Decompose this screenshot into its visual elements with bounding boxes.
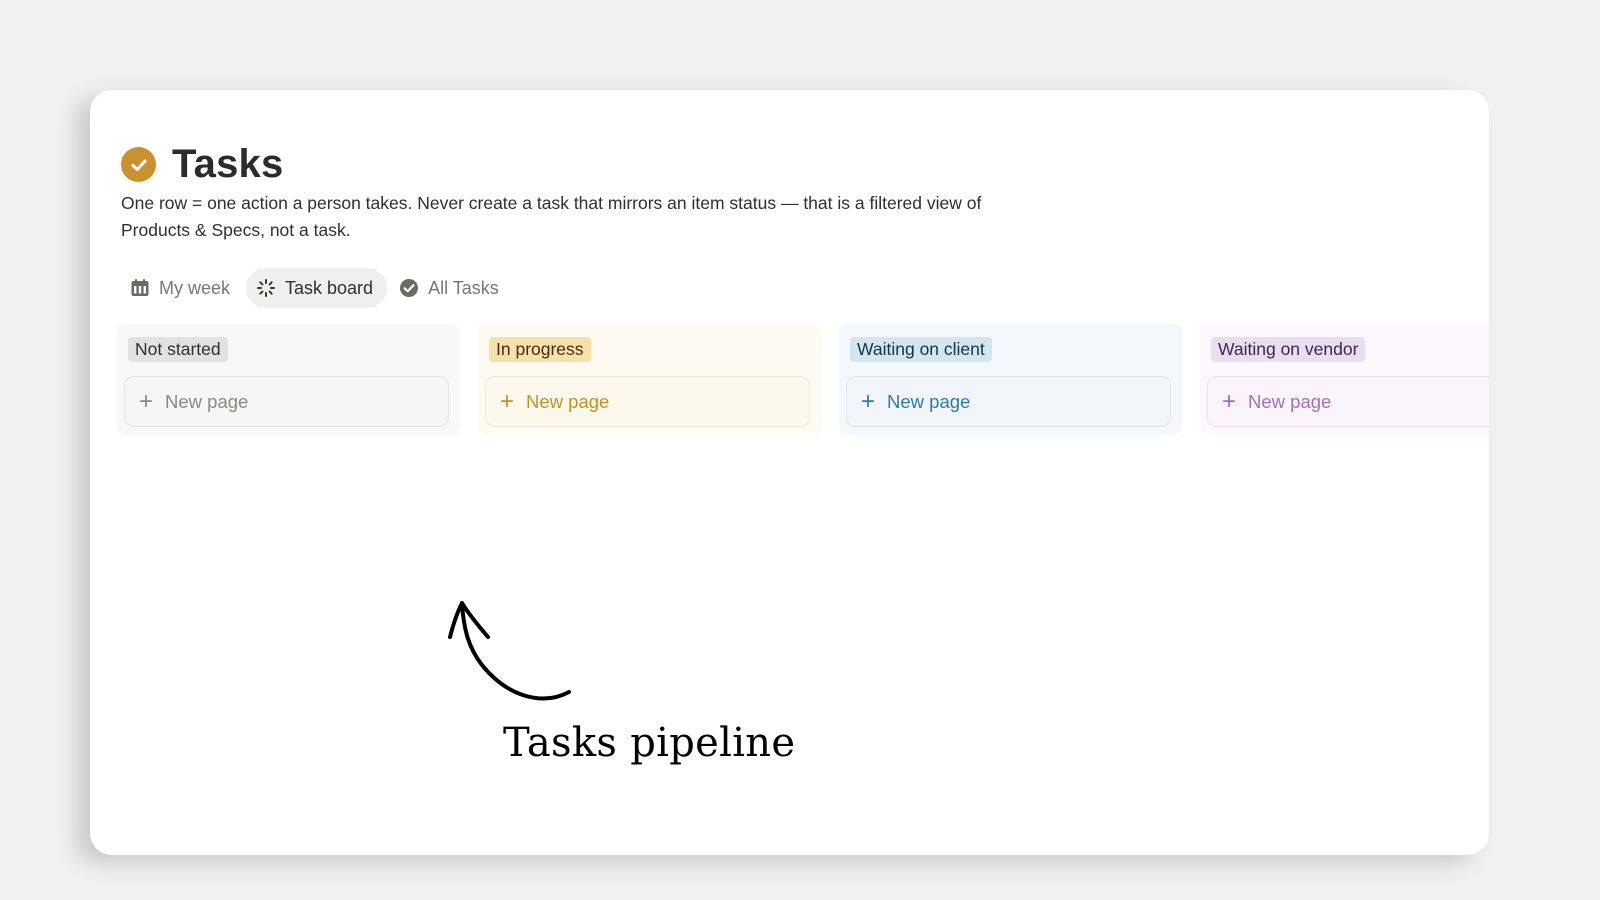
new-page-button[interactable]: + New page xyxy=(1207,376,1489,427)
board-loader-icon xyxy=(256,278,276,298)
status-badge: Waiting on vendor xyxy=(1211,337,1366,362)
tab-all-tasks[interactable]: All Tasks xyxy=(389,268,513,308)
board-column-waiting-on-client: Waiting on client + New page xyxy=(839,324,1182,435)
page-title[interactable]: Tasks xyxy=(172,142,283,187)
plus-icon: + xyxy=(1222,387,1237,415)
calendar-icon xyxy=(130,278,150,298)
tab-task-board[interactable]: Task board xyxy=(246,268,388,308)
new-page-button[interactable]: + New page xyxy=(124,376,449,427)
new-page-label: New page xyxy=(887,390,971,412)
tab-label: My week xyxy=(159,277,231,298)
tab-my-week[interactable]: My week xyxy=(120,268,244,308)
annotation-arrow-icon xyxy=(446,597,576,712)
plus-icon: + xyxy=(861,387,876,415)
status-badge: In progress xyxy=(489,337,591,362)
view-tabs: My week Task board All Tasks xyxy=(120,268,515,308)
annotation-label: Tasks pipeline xyxy=(503,720,796,766)
board-column-not-started: Not started + New page xyxy=(117,324,460,435)
new-page-label: New page xyxy=(526,390,610,412)
plus-icon: + xyxy=(500,387,515,415)
task-board: Not started + New page In progress + New… xyxy=(117,324,1489,435)
tab-label: Task board xyxy=(285,277,374,298)
page-header: Tasks xyxy=(121,142,283,187)
check-circle-icon[interactable] xyxy=(121,147,156,182)
new-page-label: New page xyxy=(1248,390,1332,412)
notion-page-window: Tasks One row = one action a person take… xyxy=(90,90,1489,855)
check-circle-icon xyxy=(399,278,419,298)
new-page-button[interactable]: + New page xyxy=(485,376,810,427)
board-column-waiting-on-vendor: Waiting on vendor + New page xyxy=(1200,324,1489,435)
page-description[interactable]: One row = one action a person takes. Nev… xyxy=(121,190,1041,244)
new-page-button[interactable]: + New page xyxy=(846,376,1171,427)
status-badge: Not started xyxy=(128,337,228,362)
tab-label: All Tasks xyxy=(428,277,499,298)
new-page-label: New page xyxy=(165,390,249,412)
plus-icon: + xyxy=(139,387,154,415)
board-column-in-progress: In progress + New page xyxy=(478,324,821,435)
status-badge: Waiting on client xyxy=(850,337,992,362)
